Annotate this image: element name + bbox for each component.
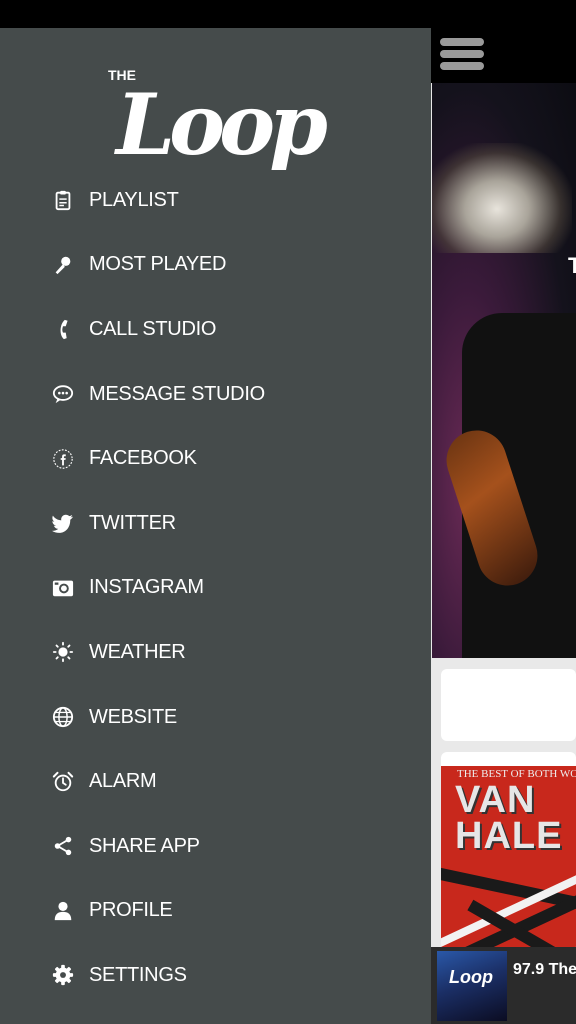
menu-item-label: TWITTER: [89, 511, 176, 534]
sun-icon: [50, 639, 76, 665]
menu-item-share-app[interactable]: SHARE APP: [0, 814, 431, 879]
menu-item-message-studio[interactable]: MESSAGE STUDIO: [0, 362, 431, 427]
album-title: VAN HALE: [455, 779, 563, 857]
menu-item-label: SETTINGS: [89, 963, 187, 986]
album-title-line-2: HALE: [455, 815, 563, 857]
phone-icon: [50, 316, 76, 342]
station-title: 97.9 The L: [513, 961, 576, 978]
menu-item-facebook[interactable]: FACEBOOK: [0, 426, 431, 491]
station-thumbnail: Loop: [437, 951, 507, 1021]
station-thumbnail-logo: Loop: [449, 967, 493, 987]
menu-item-label: MESSAGE STUDIO: [89, 382, 265, 405]
menu-item-playlist[interactable]: PLAYLIST: [0, 168, 431, 233]
menu-item-label: MOST PLAYED: [89, 253, 227, 276]
menu-item-website[interactable]: WEBSITE: [0, 685, 431, 750]
share-icon: [50, 833, 76, 859]
menu-item-alarm[interactable]: ALARM: [0, 749, 431, 814]
menu-item-settings[interactable]: SETTINGS: [0, 943, 431, 1008]
menu-item-label: WEATHER: [89, 640, 186, 663]
facebook-icon: [50, 446, 76, 472]
album-title-line-1: VAN: [455, 779, 536, 821]
chat-bubble-icon: [50, 381, 76, 407]
content-card[interactable]: [441, 669, 576, 741]
menu-item-label: SHARE APP: [89, 834, 200, 857]
instagram-icon: [50, 575, 76, 601]
drawer-menu: PLAYLIST MOST PLAYED CALL STUDIO MESSAGE…: [0, 168, 431, 1008]
hero-caption: T: [568, 253, 576, 278]
person-icon: [50, 898, 76, 924]
menu-item-label: CALL STUDIO: [89, 317, 217, 340]
menu-item-label: PROFILE: [89, 899, 173, 922]
logo-large-text: Loop: [114, 75, 327, 170]
twitter-icon: [50, 510, 76, 536]
album-card[interactable]: THE BEST OF BOTH WO VAN HALE: [441, 752, 576, 952]
menu-item-instagram[interactable]: INSTAGRAM: [0, 556, 431, 621]
navigation-drawer: THE Loop PLAYLIST MOST PLAYED CALL STUDI…: [0, 28, 431, 1024]
menu-item-label: INSTAGRAM: [89, 576, 204, 599]
main-screen[interactable]: T THE BEST OF BOTH WO VAN HALE Loop 97.9…: [431, 28, 576, 1024]
menu-item-profile[interactable]: PROFILE: [0, 879, 431, 944]
menu-item-label: WEBSITE: [89, 705, 177, 728]
alarm-clock-icon: [50, 769, 76, 795]
menu-item-call-studio[interactable]: CALL STUDIO: [0, 297, 431, 362]
hamburger-menu-icon[interactable]: [440, 38, 486, 74]
status-bar: [0, 0, 576, 28]
clipboard-icon: [50, 187, 76, 213]
main-header: [431, 28, 576, 83]
menu-item-weather[interactable]: WEATHER: [0, 620, 431, 685]
hero-hair-shape: [432, 143, 572, 253]
menu-item-label: ALARM: [89, 770, 157, 793]
the-loop-logo: THE Loop: [108, 67, 328, 170]
gear-icon: [50, 962, 76, 988]
mini-player[interactable]: Loop 97.9 The L: [431, 947, 576, 1024]
album-art: THE BEST OF BOTH WO VAN HALE: [441, 766, 576, 952]
hero-image[interactable]: T: [432, 83, 576, 658]
microphone-icon: [50, 252, 76, 278]
globe-icon: [50, 704, 76, 730]
menu-item-twitter[interactable]: TWITTER: [0, 491, 431, 556]
menu-item-label: PLAYLIST: [89, 188, 179, 211]
menu-item-label: FACEBOOK: [89, 447, 197, 470]
menu-item-most-played[interactable]: MOST PLAYED: [0, 233, 431, 298]
